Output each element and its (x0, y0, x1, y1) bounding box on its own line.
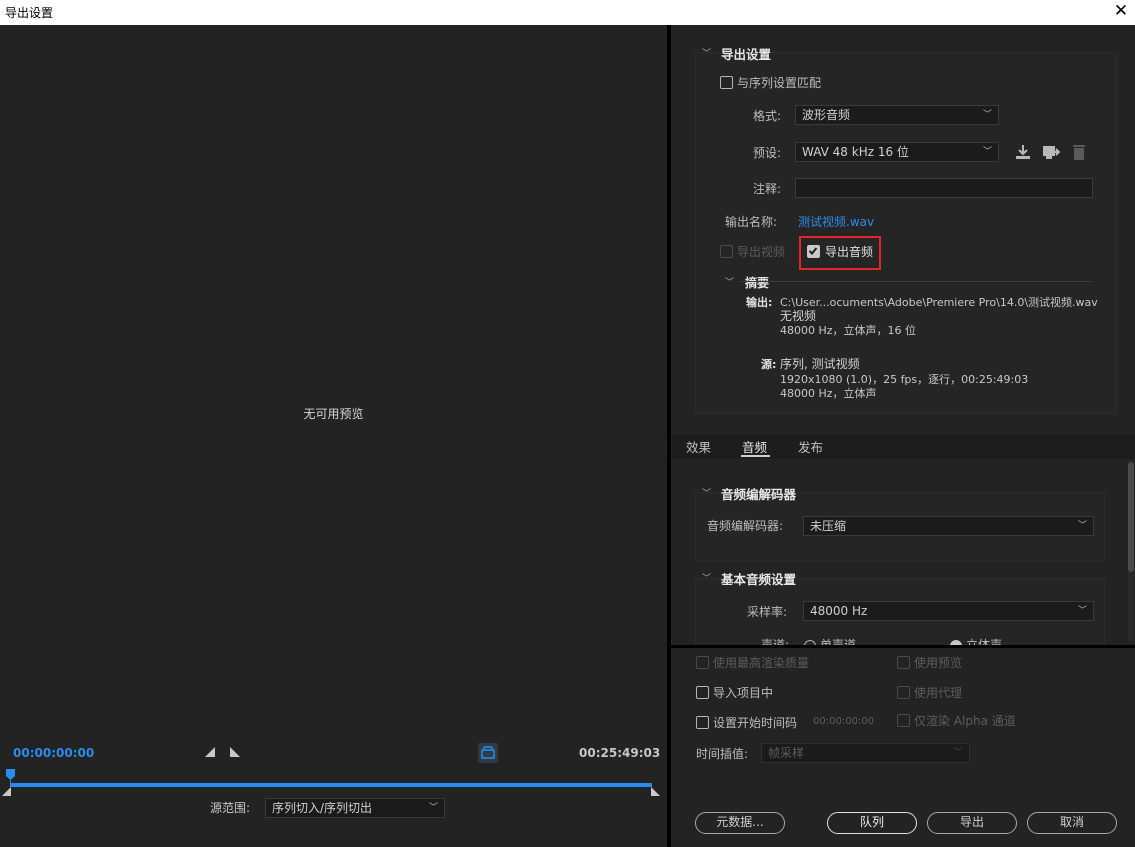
summary-source-audio: 48000 Hz，立体声 (780, 387, 877, 400)
chevron-down-icon: ﹀ (982, 110, 992, 120)
stereo-label: 立体声 (966, 638, 1003, 645)
chevron-down-icon: ﹀ (1077, 606, 1087, 616)
collapse-export-settings-icon[interactable]: ﹀ (702, 46, 711, 59)
max-render-quality-label: 使用最高渲染质量 (713, 656, 810, 670)
timecode-in[interactable]: 00:00:00:00 (13, 746, 94, 760)
tab-effects[interactable]: 效果 (686, 437, 711, 456)
export-audio-checkbox[interactable] (807, 245, 820, 258)
audio-panel-scroll-thumb[interactable] (1128, 462, 1134, 572)
set-start-timecode-checkbox[interactable] (696, 716, 709, 729)
fit-frame-icon (481, 746, 495, 759)
export-video-checkbox[interactable] (720, 245, 733, 258)
format-value: 波形音频 (802, 108, 851, 122)
import-preset-icon[interactable] (1042, 143, 1060, 161)
match-sequence-label: 与序列设置匹配 (737, 76, 822, 90)
summary-title: 摘要 (745, 276, 770, 290)
audio-codec-label: 音频编解码器: (707, 519, 784, 533)
tab-publish[interactable]: 发布 (798, 437, 823, 456)
window-title: 导出设置 (5, 6, 54, 20)
close-icon[interactable]: ✕ (1113, 1, 1129, 21)
collapse-basic-audio-icon[interactable]: ﹀ (702, 571, 711, 584)
metadata-button[interactable]: 元数据... (695, 812, 785, 834)
source-range-label: 源范围: (210, 801, 251, 815)
cancel-button[interactable]: 取消 (1027, 812, 1117, 834)
save-preset-icon[interactable] (1014, 143, 1032, 161)
audio-codec-value: 未压缩 (810, 519, 847, 533)
preview-panel (0, 25, 667, 847)
summary-source-sequence: 序列, 测试视频 (780, 357, 860, 371)
sample-rate-label: 采样率: (747, 605, 788, 619)
timeline-range-bar[interactable] (10, 783, 652, 787)
summary-divider (740, 281, 1092, 282)
range-end-handle-icon[interactable] (651, 787, 660, 796)
use-proxies-label: 使用代理 (914, 686, 963, 700)
set-start-timecode-label: 设置开始时间码 (713, 716, 798, 730)
summary-output-audio: 48000 Hz，立体声，16 位 (780, 324, 917, 337)
checkmark-icon (808, 247, 818, 255)
source-range-value: 序列切入/序列切出 (272, 801, 373, 815)
channels-label: 声道: (761, 638, 790, 645)
render-alpha-only-label: 仅渲染 Alpha 通道 (914, 714, 1016, 728)
no-preview-message: 无可用预览 (303, 407, 364, 421)
time-interpolation-value: 帧采样 (768, 746, 805, 760)
summary-output-path: C:\User...ocuments\Adobe\Premiere Pro\14… (780, 296, 1098, 309)
output-name-label: 输出名称: (725, 215, 778, 229)
audio-settings-panel: ﹀ 音频编解码器 音频编解码器: 未压缩 ﹀ ﹀ 基本音频设置 采样率: 480… (671, 459, 1135, 645)
format-label: 格式: (753, 109, 782, 123)
chevron-down-icon: ﹀ (982, 147, 992, 157)
audio-codec-title: 音频编解码器 (721, 487, 797, 502)
export-audio-label: 导出音频 (825, 245, 874, 259)
collapse-audio-codec-icon[interactable]: ﹀ (702, 486, 711, 499)
render-alpha-only-checkbox[interactable] (897, 714, 910, 727)
sample-rate-dropdown[interactable]: 48000 Hz ﹀ (803, 601, 1094, 621)
aspect-ratio-toggle-button[interactable] (478, 743, 498, 763)
export-button[interactable]: 导出 (927, 812, 1017, 834)
set-out-point-icon[interactable] (229, 746, 241, 758)
time-interpolation-dropdown[interactable]: 帧采样 ﹀ (761, 743, 970, 763)
max-render-quality-checkbox[interactable] (696, 656, 709, 669)
preset-dropdown[interactable]: WAV 48 kHz 16 位 ﹀ (795, 142, 999, 162)
export-settings-title: 导出设置 (721, 47, 772, 62)
output-name-link[interactable]: 测试视频.wav (798, 213, 874, 230)
preset-label: 预设: (753, 146, 782, 160)
use-previews-checkbox[interactable] (897, 656, 910, 669)
use-proxies-checkbox[interactable] (897, 686, 910, 699)
format-dropdown[interactable]: 波形音频 ﹀ (795, 105, 999, 125)
export-video-label: 导出视频 (737, 245, 786, 259)
comments-input[interactable] (795, 178, 1093, 198)
active-tab-indicator (741, 455, 770, 457)
title-bar: 导出设置 ✕ (0, 0, 1135, 25)
start-timecode-value[interactable]: 00:00:00:00 (813, 716, 874, 727)
comments-label: 注释: (753, 182, 782, 196)
basic-audio-title: 基本音频设置 (721, 572, 797, 587)
range-start-handle-icon[interactable] (2, 787, 11, 796)
source-range-dropdown[interactable]: 序列切入/序列切出 ﹀ (265, 798, 445, 818)
chevron-down-icon: ﹀ (1077, 521, 1087, 531)
time-interpolation-label: 时间插值: (696, 747, 749, 761)
sample-rate-value: 48000 Hz (810, 604, 868, 618)
use-previews-label: 使用预览 (914, 656, 963, 670)
timecode-duration: 00:25:49:03 (579, 746, 661, 760)
import-into-project-checkbox[interactable] (696, 686, 709, 699)
set-in-point-icon[interactable] (204, 746, 216, 758)
mono-label: 单声道 (820, 638, 857, 645)
chevron-down-icon: ﹀ (428, 803, 438, 813)
match-sequence-checkbox[interactable] (720, 76, 733, 89)
summary-output-label: 输出: (746, 296, 773, 309)
chevron-down-icon: ﹀ (953, 748, 963, 758)
audio-codec-dropdown[interactable]: 未压缩 ﹀ (803, 516, 1094, 536)
delete-preset-icon[interactable] (1071, 143, 1087, 161)
import-into-project-label: 导入项目中 (713, 686, 774, 700)
playhead-icon[interactable] (5, 768, 16, 786)
collapse-summary-icon[interactable]: ﹀ (725, 275, 734, 288)
preset-value: WAV 48 kHz 16 位 (802, 145, 909, 159)
queue-button[interactable]: 队列 (827, 812, 917, 834)
summary-source-label: 源: (761, 358, 777, 371)
tab-audio[interactable]: 音频 (742, 437, 767, 456)
